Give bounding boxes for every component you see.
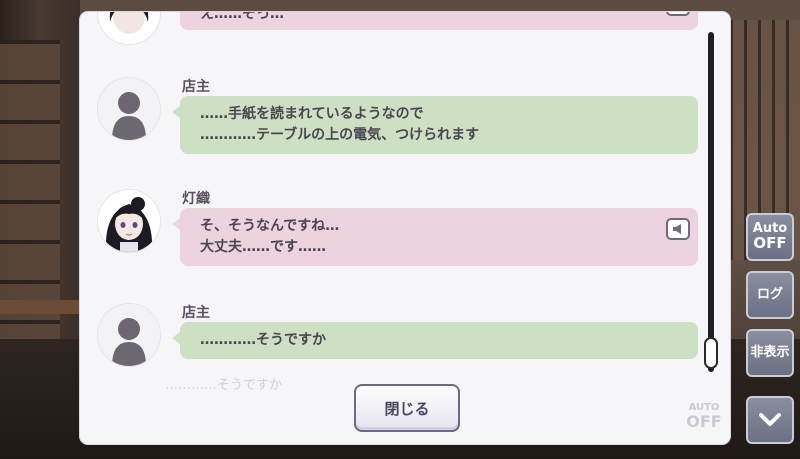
dialogue-bubble: …………そうですか [172, 322, 698, 359]
hide-button[interactable]: 非表示 [746, 329, 794, 377]
log-button[interactable]: ログ [746, 271, 794, 319]
avatar-shopkeeper [98, 78, 160, 140]
voice-replay-button[interactable] [666, 218, 690, 240]
dialogue-bubble: え……そっ… [180, 12, 698, 30]
dialogue-line: 大丈夫……です…… [200, 239, 326, 255]
speaker-name: 店主 [182, 79, 210, 95]
dialogue-bubble: そ、そうなんですね… 大丈夫……です…… [172, 208, 698, 266]
avatar-shopkeeper [98, 304, 160, 366]
dialogue-line: え……そっ… [200, 12, 284, 22]
voice-replay-button[interactable] [666, 12, 690, 16]
underlying-auto-indicator: AUTO OFF [686, 402, 722, 431]
auto-state: OFF [753, 233, 787, 252]
scrollbar-thumb[interactable] [704, 337, 718, 369]
auto-button[interactable]: Auto OFF [746, 213, 794, 261]
avatar-hiori [98, 12, 160, 44]
bookshelf-left [0, 40, 60, 340]
chevron-down-icon [759, 413, 781, 426]
dialogue-line: …………そうですか [200, 332, 326, 348]
dialogue-line: …………テーブルの上の電気、つけられます [200, 127, 480, 143]
speaker-icon [673, 224, 681, 234]
avatar-hiori [98, 190, 160, 252]
hide-label: 非表示 [750, 345, 790, 361]
log-list[interactable]: え……そっ… 店主 ……手紙を読まれているようなので …………テーブルの上の電気… [80, 12, 720, 384]
scrollbar-track[interactable] [708, 32, 714, 372]
speaker-name: 店主 [182, 305, 210, 321]
log-panel: …………そうですか AUTO OFF え……そっ… 店主 ……手紙を読まれている… [80, 12, 730, 444]
log-label: ログ [756, 287, 783, 303]
dialogue-line: ……手紙を読まれているようなので [200, 106, 424, 122]
skip-down-button[interactable] [746, 396, 794, 444]
close-button[interactable]: 閉じる [354, 384, 460, 432]
speaker-name: 灯織 [182, 191, 210, 207]
dialogue-bubble: ……手紙を読まれているようなので …………テーブルの上の電気、つけられます [172, 96, 698, 154]
table [0, 300, 80, 314]
dialogue-line: そ、そうなんですね… [200, 218, 340, 234]
